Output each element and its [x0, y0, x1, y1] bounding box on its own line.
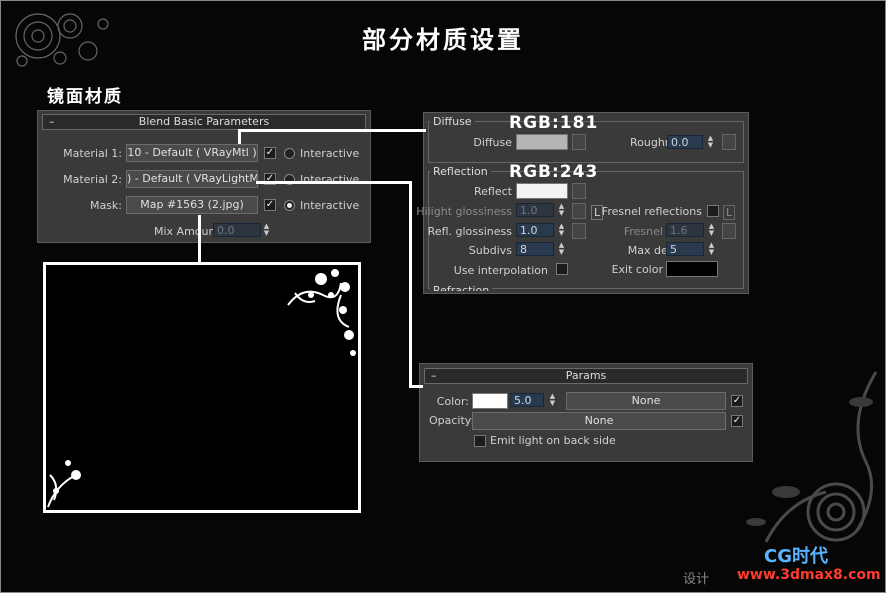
material1-checkbox[interactable]: ✓: [264, 147, 276, 159]
fresnel-lock-button[interactable]: L: [723, 205, 736, 220]
mix-amount-input[interactable]: 0.0: [213, 223, 261, 237]
subdivs-input[interactable]: 8: [516, 242, 554, 256]
emit-back-side-label: Emit light on back side: [490, 434, 616, 447]
reflect-map-button[interactable]: [572, 183, 586, 199]
color-label: Color:: [436, 395, 469, 408]
reflect-color-swatch[interactable]: [516, 183, 568, 199]
page-title: 部分材质设置: [362, 26, 524, 54]
hilight-glossiness-input[interactable]: 1.0: [516, 203, 554, 217]
mask-interactive-label: Interactive: [300, 199, 360, 212]
mix-amount-spinner[interactable]: ▲ ▼: [262, 223, 271, 237]
blend-rollout-title: Blend Basic Parameters: [138, 115, 270, 128]
brand-logo: CG时代: [764, 546, 828, 567]
mask-interactive-radio[interactable]: [284, 200, 295, 211]
opacity-label: Opacity:: [429, 414, 475, 427]
diffuse-label: Diffuse: [473, 136, 512, 149]
params-rollout-header[interactable]: – Params: [424, 368, 748, 384]
params-rollout-title: Params: [565, 369, 607, 382]
roughness-input[interactable]: 0.0: [667, 135, 703, 149]
diffuse-group-label: Diffuse: [430, 115, 475, 128]
refl-glossiness-map-button[interactable]: [572, 223, 586, 239]
material2-label: Material 2:: [63, 173, 122, 186]
hilight-glossiness-spinner[interactable]: ▲ ▼: [557, 203, 566, 217]
light-color-swatch[interactable]: [472, 393, 508, 409]
floral-corner-icon: [47, 460, 81, 508]
rgb-annotation-reflect: RGB:243: [509, 162, 599, 182]
material1-interactive-label: Interactive: [300, 147, 360, 160]
multiplier-input[interactable]: 5.0: [510, 393, 544, 407]
mask-label: Mask:: [89, 199, 122, 212]
collapse-icon: –: [431, 369, 437, 382]
max-depth-spinner[interactable]: ▲ ▼: [707, 242, 716, 256]
watermark-design-text: 设计: [683, 572, 710, 587]
refraction-group-label: Refraction: [430, 285, 493, 291]
material1-button[interactable]: 10 - Default ( VRayMtl ): [126, 144, 258, 162]
blend-rollout-header[interactable]: – Blend Basic Parameters: [42, 114, 366, 130]
opacity-map-button[interactable]: None: [472, 412, 726, 430]
rgb-annotation-diffuse: RGB:181: [509, 113, 599, 133]
floral-corner-icon: [287, 269, 356, 356]
connector-line: [409, 181, 412, 388]
mask-checkbox[interactable]: ✓: [264, 199, 276, 211]
diffuse-map-button[interactable]: [572, 134, 586, 150]
connector-line: [238, 129, 426, 132]
refl-glossiness-spinner[interactable]: ▲ ▼: [557, 223, 566, 237]
connector-line: [256, 181, 411, 184]
hilight-glossiness-label: Hilight glossiness: [416, 205, 512, 218]
watermark-url: www.3dmax8.com: [737, 567, 881, 583]
subdivs-spinner[interactable]: ▲ ▼: [557, 242, 566, 256]
fresnel-reflections-checkbox[interactable]: [707, 205, 719, 217]
connector-line: [409, 385, 423, 388]
fresnel-ior-map-button[interactable]: [722, 223, 736, 239]
diffuse-color-swatch[interactable]: [516, 134, 568, 150]
use-interpolation-checkbox[interactable]: [556, 263, 568, 275]
reflection-group-label: Reflection: [430, 165, 491, 178]
material2-button[interactable]: ) - Default ( VRayLightMtl ): [126, 170, 258, 188]
refl-glossiness-label: Refl. glossiness: [427, 225, 512, 238]
connector-line: [198, 215, 201, 265]
exit-color-label: Exit color: [611, 263, 663, 276]
material1-label: Material 1:: [63, 147, 122, 160]
color-map-button[interactable]: None: [566, 392, 726, 410]
fresnel-ior-input[interactable]: 1.6: [666, 223, 704, 237]
reflect-label: Reflect: [474, 185, 512, 198]
collapse-icon: –: [49, 115, 55, 128]
material2-interactive-label: Interactive: [300, 173, 360, 186]
material1-interactive-radio[interactable]: [284, 148, 295, 159]
subdivs-label: Subdivs: [468, 244, 512, 257]
refl-glossiness-input[interactable]: 1.0: [516, 223, 554, 237]
roughness-spinner[interactable]: ▲ ▼: [706, 135, 715, 149]
fresnel-ior-spinner[interactable]: ▲ ▼: [707, 223, 716, 237]
hilight-map-button[interactable]: [572, 203, 586, 219]
emit-back-side-checkbox[interactable]: [474, 435, 486, 447]
mask-button[interactable]: Map #1563 (2.jpg): [126, 196, 258, 214]
multiplier-spinner[interactable]: ▲ ▼: [548, 393, 557, 407]
max-depth-input[interactable]: 5: [666, 242, 704, 256]
section-title: 镜面材质: [47, 87, 123, 107]
roughness-map-button[interactable]: [722, 134, 736, 150]
use-interpolation-label: Use interpolation: [453, 264, 548, 277]
params-panel: – Params Color: 5.0 ▲ ▼ None ✓ Opacity: N…: [419, 363, 753, 462]
floral-ornament-icon: [746, 371, 878, 543]
mask-texture-preview: [43, 262, 361, 513]
exit-color-swatch[interactable]: [666, 261, 718, 277]
fresnel-reflections-label: Fresnel reflections: [601, 205, 702, 218]
vray-material-panel: Diffuse Diffuse Roughness 0.0 ▲ ▼ Reflect…: [416, 112, 749, 294]
